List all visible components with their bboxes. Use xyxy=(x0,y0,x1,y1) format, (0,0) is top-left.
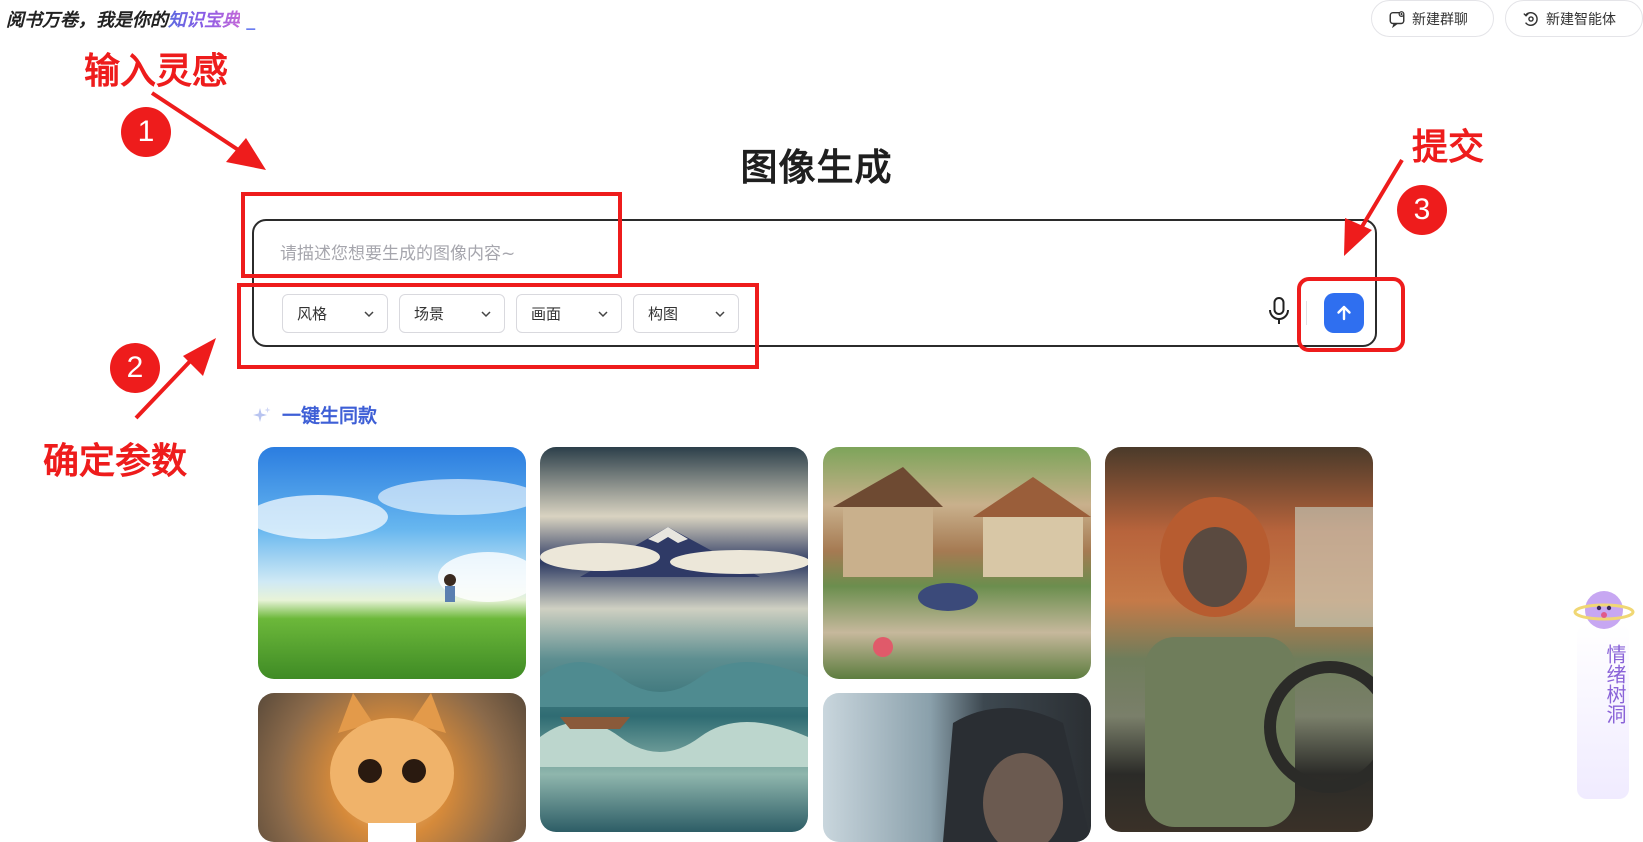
gallery-image-man-rain[interactable] xyxy=(823,693,1091,842)
gallery-image-boy-sky[interactable] xyxy=(258,447,526,679)
man-scene xyxy=(943,708,1091,842)
wave-scene xyxy=(540,527,808,767)
annotation-step1-number: 1 xyxy=(121,107,171,157)
annotation-box-input xyxy=(241,192,622,278)
gallery-image-village[interactable] xyxy=(823,447,1091,679)
emotion-tree-hole-widget[interactable]: 情绪树洞 xyxy=(1573,584,1635,804)
gallery-image-orangutan-driving[interactable] xyxy=(1105,447,1373,832)
new-group-chat-button[interactable]: 新建群聊 xyxy=(1371,0,1494,37)
sparkle-icon xyxy=(253,406,271,422)
sky-scene xyxy=(258,479,526,602)
new-agent-label: 新建智能体 xyxy=(1546,11,1616,28)
kitten-scene xyxy=(330,693,454,842)
new-group-chat-label: 新建群聊 xyxy=(1412,11,1468,28)
annotation-step3-text: 提交 xyxy=(1412,127,1485,168)
annotation-step2-text: 确定参数 xyxy=(43,441,188,482)
slogan-prefix: 阅书万卷，我是你的 xyxy=(6,10,168,31)
microphone-icon xyxy=(1269,297,1289,324)
new-agent-button[interactable]: 新建智能体 xyxy=(1505,0,1643,37)
agent-icon xyxy=(1523,11,1538,26)
annotation-box-params xyxy=(237,283,759,369)
arrow-2-head xyxy=(183,338,216,376)
microphone-button[interactable] xyxy=(1262,291,1296,331)
annotation-box-submit xyxy=(1297,277,1405,352)
slogan-highlight: 知识宝典 xyxy=(168,10,240,31)
slogan: 阅书万卷，我是你的知识宝典 _ xyxy=(6,6,255,32)
one-click-same-section[interactable]: 一键生同款 xyxy=(252,401,377,428)
annotation-arrows xyxy=(134,91,1404,420)
gallery-image-kitten[interactable] xyxy=(258,693,526,842)
annotation-step3-number: 3 xyxy=(1397,185,1447,235)
page-title: 图像生成 xyxy=(740,146,893,189)
gallery-image-wave-mountain[interactable] xyxy=(540,447,808,832)
section-label: 一键生同款 xyxy=(282,405,378,427)
group-chat-icon xyxy=(1389,10,1405,28)
typing-cursor: _ xyxy=(246,10,256,31)
annotation-step1-text: 输入灵感 xyxy=(84,51,229,92)
village-scene xyxy=(833,467,1091,657)
planet-mascot-icon xyxy=(1573,591,1635,629)
annotation-step2-number: 2 xyxy=(110,343,160,393)
tree-hole-label: 情绪树洞 xyxy=(1603,644,1627,724)
ape-scene xyxy=(1145,497,1373,827)
